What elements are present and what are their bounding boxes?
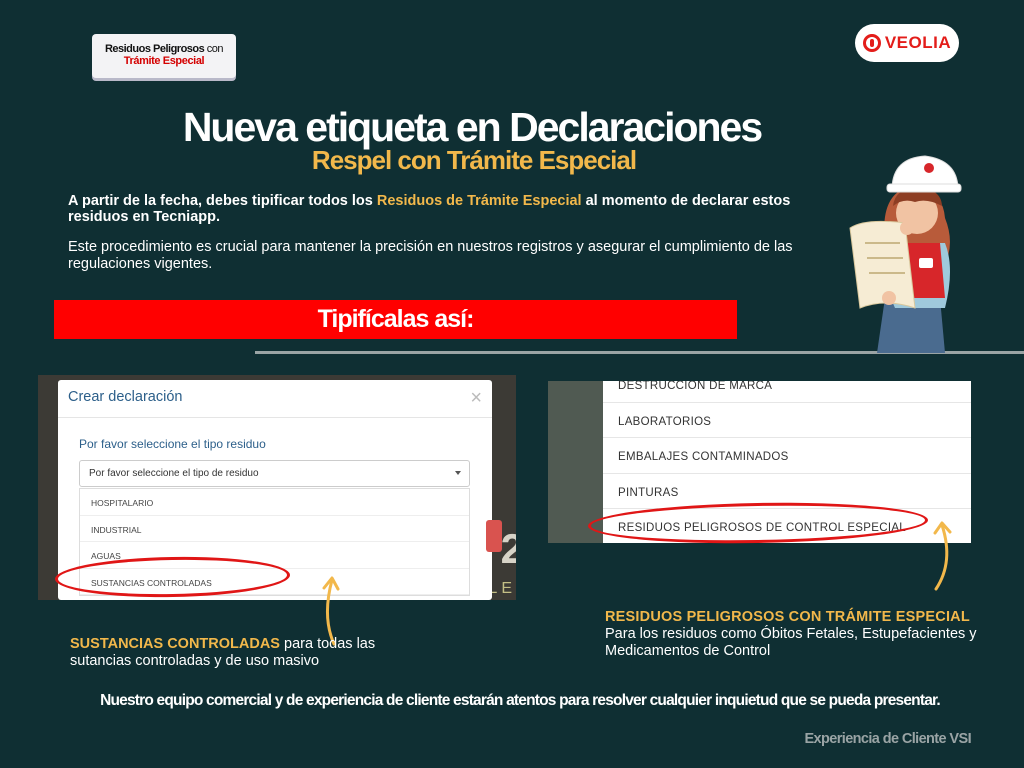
tipo-residuo-select[interactable]: Por favor seleccione el tipo de residuo xyxy=(79,460,470,487)
option-hospitalario[interactable]: HOSPITALARIO xyxy=(80,489,469,516)
tipo-residuo-label: Por favor seleccione el tipo residuo xyxy=(79,437,266,451)
intro-paragraph: A partir de la fecha, debes tipificar to… xyxy=(68,193,798,225)
select-value: Por favor seleccione el tipo de residuo xyxy=(89,468,259,479)
veolia-logo-text: VEOLIA xyxy=(884,33,952,52)
intro-highlight: Residuos de Trámite Especial xyxy=(376,193,582,209)
badge-line1-bold: Residuos Peligrosos xyxy=(104,43,205,55)
caption-sustancias: SUSTANCIAS CONTROLADAS para todas las su… xyxy=(70,636,400,670)
page-title: Nueva etiqueta en Declaraciones xyxy=(182,104,763,150)
arrow-up-icon-2 xyxy=(933,521,952,591)
modal-header: Crear declaración × xyxy=(58,380,492,418)
option-industrial[interactable]: INDUSTRIAL xyxy=(80,516,469,542)
modal-title: Crear declaración xyxy=(68,389,183,405)
body-paragraph: Este procedimiento es crucial para mante… xyxy=(68,239,793,272)
safety-worker-illustration xyxy=(849,155,962,353)
caption-control-especial-text: Para los residuos como Óbitos Fetales, E… xyxy=(605,626,977,659)
background-text: 2 xyxy=(500,525,516,572)
caption-control-especial-bold: RESIDUOS PELIGROSOS CON TRÁMITE ESPECIAL xyxy=(605,609,970,625)
veolia-logo: VEOLIA xyxy=(855,24,959,62)
caption-sustancias-bold: SUSTANCIAS CONTROLADAS xyxy=(70,636,280,652)
page-subtitle: Respel con Trámite Especial xyxy=(311,145,637,175)
badge-line2: Trámite Especial xyxy=(123,55,205,67)
option-destruccion-de-marca[interactable]: DESTRUCCION DE MARCA xyxy=(603,381,971,403)
intro-before: A partir de la fecha, debes tipificar to… xyxy=(68,193,377,209)
veolia-logo-icon xyxy=(862,34,881,52)
residuos-badge: Residuos Peligrosos con Trámite Especial xyxy=(92,34,236,78)
instructions-banner: Tipifícalas así: xyxy=(54,300,737,339)
option-embalajes-contaminados[interactable]: EMBALAJES CONTAMINADOS xyxy=(603,438,971,474)
caption-control-especial: RESIDUOS PELIGROSOS CON TRÁMITE ESPECIAL… xyxy=(605,609,985,660)
signature: Experiencia de Cliente VSI xyxy=(804,731,971,747)
option-laboratorios[interactable]: LABORATORIOS xyxy=(603,403,971,438)
badge-line1-normal: con xyxy=(204,43,224,55)
chevron-down-icon xyxy=(455,471,461,475)
close-icon[interactable]: × xyxy=(470,388,482,408)
footer-note: Nuestro equipo comercial y de experienci… xyxy=(100,692,941,709)
modal-red-button[interactable] xyxy=(486,520,502,552)
